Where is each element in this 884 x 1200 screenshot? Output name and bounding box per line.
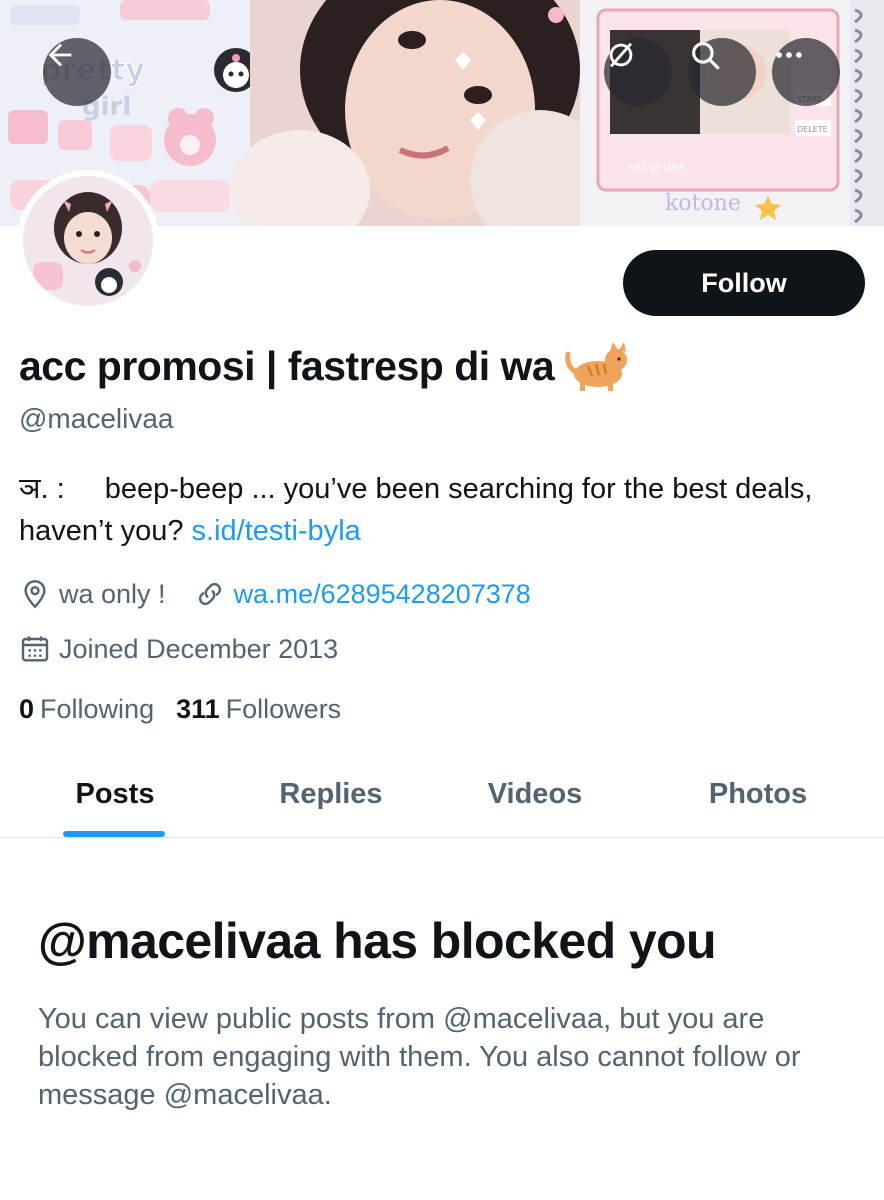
profile-meta-location-website: wa only ! wa.me/62895428207378: [19, 578, 531, 610]
banner-text-love: FULL OF LOVE: [628, 163, 684, 172]
tab-videos[interactable]: Videos: [460, 750, 610, 838]
bio-text: beep-beep ... you’ve been searching for …: [19, 473, 813, 547]
blocked-message: You can view public posts from @maceliva…: [38, 1003, 801, 1111]
avatar[interactable]: [17, 170, 159, 312]
back-button[interactable]: [43, 38, 111, 106]
location-pin-icon: [24, 580, 46, 609]
banner-text-delete: DELETE: [797, 125, 828, 134]
avatar-image: [23, 176, 153, 306]
link-icon: [198, 582, 221, 606]
banner-text-kotone: kotone: [665, 191, 741, 216]
bio-link[interactable]: s.id/testi-byla: [192, 515, 361, 547]
display-name: acc promosi | fastresp di wa: [19, 340, 630, 392]
cat-emoji-icon: [565, 342, 628, 391]
tab-replies[interactable]: Replies: [256, 750, 406, 838]
tab-photos[interactable]: Photos: [683, 750, 833, 838]
website-link[interactable]: wa.me/62895428207378: [234, 579, 531, 610]
tab-posts[interactable]: Posts: [40, 750, 190, 838]
refresh-off-icon: [609, 42, 633, 68]
calendar-icon: [21, 636, 49, 662]
following-count: 0: [19, 694, 35, 724]
profile-bio: ञ. : beep-beep ... you’ve been searching …: [19, 468, 839, 552]
following-label: Following: [40, 694, 155, 724]
followers-count-link[interactable]: 311 Followers: [176, 694, 341, 725]
joined-text: Joined December 2013: [59, 633, 339, 664]
location-text: wa only !: [59, 578, 166, 609]
profile-handle: @macelivaa: [19, 403, 174, 434]
following-count-link[interactable]: 0 Following: [19, 694, 154, 725]
follow-counts: 0 Following 311 Followers: [19, 694, 363, 725]
profile-tabs: Posts Replies Videos Photos: [0, 750, 884, 838]
followers-label: Followers: [225, 694, 342, 724]
search-icon: [692, 42, 720, 70]
more-horizontal-icon: [776, 52, 802, 58]
profile-meta-joined: Joined December 2013: [19, 633, 338, 665]
blocked-title: @macelivaa has blocked you: [38, 913, 717, 969]
follow-button[interactable]: Follow: [623, 250, 865, 316]
display-name-text: acc promosi | fastresp di wa: [19, 342, 555, 389]
bio-prefix: ञ. :: [19, 473, 65, 505]
followers-count: 311: [176, 694, 220, 724]
arrow-left-icon: [48, 43, 72, 67]
refresh-off-button[interactable]: [604, 38, 672, 106]
more-options-button[interactable]: [772, 38, 840, 106]
search-button[interactable]: [688, 38, 756, 106]
active-tab-indicator: [63, 831, 165, 837]
